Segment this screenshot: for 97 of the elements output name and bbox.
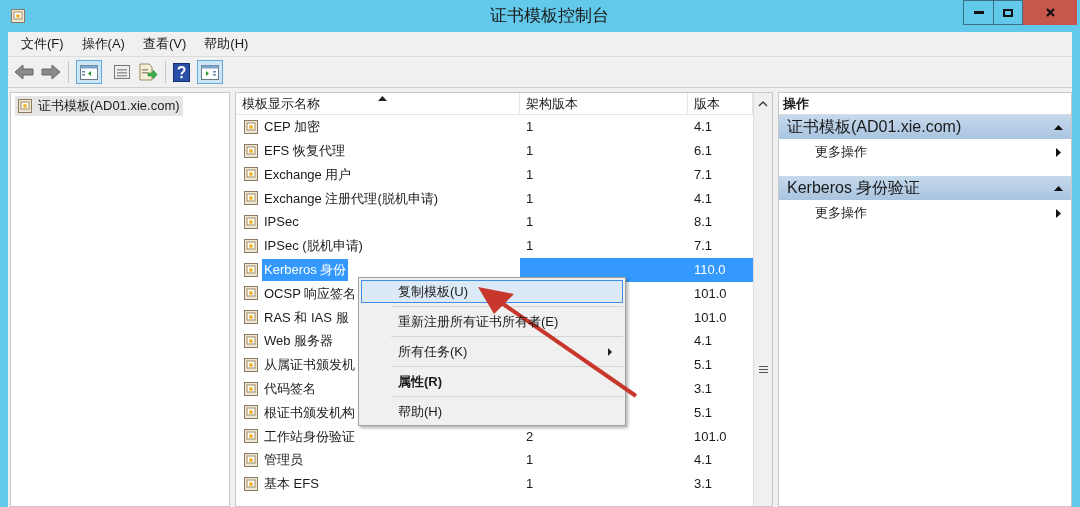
section-header[interactable]: Kerberos 身份验证 [779,176,1071,200]
collapse-icon [1054,124,1063,130]
column-header[interactable]: 模板显示名称 [236,93,520,114]
table-cell-text: 3.1 [693,475,714,494]
certificate-icon [244,262,258,277]
close-button[interactable] [1023,0,1077,25]
table-cell-text: 101.0 [693,284,728,303]
app-icon [11,9,25,23]
table-cell-text: 4.1 [693,332,714,351]
table-cell[interactable]: IPSec [262,211,301,234]
table-cell-text: 1 [525,475,535,494]
table-cell-text: 5.1 [693,403,714,422]
table-cell-text: 6.1 [693,141,714,160]
table-cell: 110.0 [688,257,753,282]
certificate-icon [244,453,258,468]
maximize-icon [1003,8,1013,17]
menu-item[interactable]: 属性(R) [361,370,623,393]
menu-item[interactable]: 文件(F) [21,34,64,54]
certificate-icon [18,99,32,113]
table-cell-text: 4.1 [693,451,714,470]
column-header[interactable]: 架构版本 [520,93,688,114]
pane-icon [201,64,219,80]
certificate-icon [244,143,258,158]
table-cell-text: 4.1 [693,118,714,137]
certificate-icon [244,334,258,349]
table-cell-text: 1 [525,189,535,208]
help-icon[interactable] [173,62,190,82]
export-list-icon[interactable] [138,63,158,81]
action-item[interactable]: 更多操作 [779,139,1071,165]
table-cell-text: 3.1 [693,379,714,398]
window-title: 证书模板控制台 [489,5,609,28]
table-cell[interactable]: OCSP 响应签名 [262,282,359,305]
certificate-icon [244,215,258,230]
table-cell-text: 7.1 [693,237,714,256]
table-cell[interactable]: Web 服务器 [262,330,336,353]
certificate-icon [244,191,258,206]
certificate-icon [244,476,258,491]
grip-icon [758,366,768,373]
table-cell[interactable]: 工作站身份验证 [262,425,357,448]
table-cell-text: 1 [525,451,535,470]
certificate-icon [244,310,258,325]
table-cell[interactable]: Exchange 用户 [262,163,354,186]
table-cell-text: 1 [525,165,535,184]
table-cell[interactable]: 管理员 [262,449,305,472]
menu-item[interactable]: 操作(A) [81,34,125,54]
scroll-up-icon[interactable] [758,100,768,107]
certificate-icon [244,119,258,134]
menu-item[interactable]: 复制模板(U) [361,280,623,303]
table-cell-text: 5.1 [693,356,714,375]
show-actions-button[interactable] [197,60,223,84]
table-cell-text: 1 [525,213,535,232]
table-cell[interactable]: CEP 加密 [262,115,323,138]
menu-item[interactable]: 所有任务(K) [361,340,623,363]
back-icon[interactable] [14,64,34,80]
close-icon [1045,8,1055,17]
scrollbar[interactable] [753,93,772,506]
menu-item[interactable]: 帮助(H) [361,400,623,423]
menu-item[interactable]: 查看(V) [142,34,187,54]
certificate-icon [244,238,258,253]
submenu-arrow-icon [608,347,612,356]
submenu-arrow-icon [1056,147,1061,157]
table-cell-text: 7.1 [693,165,714,184]
table-cell-text: 1 [525,118,535,137]
certificate-icon [244,405,258,420]
certificate-icon [244,429,258,444]
table-cell-text: 101.0 [693,427,728,446]
table-cell[interactable]: EFS 恢复代理 [262,139,347,162]
forward-icon[interactable] [41,64,61,80]
certificate-icon [244,167,258,182]
table-cell-text: 1 [525,237,535,256]
show-tree-button[interactable] [76,60,102,84]
table-cell-text: 8.1 [693,213,714,232]
table-cell-text: 2 [525,427,535,446]
minimize-icon [973,11,984,14]
table-cell[interactable]: 基本 EFS [262,472,321,495]
menu-item[interactable]: 帮助(H) [204,34,249,54]
minimize-button[interactable] [963,0,994,25]
sort-ascending-icon [377,96,387,101]
pane-icon [80,64,98,80]
table-cell[interactable]: Exchange 注册代理(脱机申请) [262,187,441,210]
table-cell-text: 4.1 [693,189,714,208]
collapse-icon [1054,185,1063,191]
table-cell[interactable]: RAS 和 IAS 服 [262,306,351,329]
section-header[interactable]: 证书模板(AD01.xie.com) [779,115,1071,139]
submenu-arrow-icon [1056,208,1061,218]
table-cell[interactable]: 根证书颁发机构 [262,401,357,424]
tree-item[interactable]: 证书模板(AD01.xie.com) [15,96,183,116]
table-cell-text: 1 [525,141,535,160]
table-cell[interactable]: 从属证书颁发机 [262,353,357,376]
table-cell-text: 101.0 [693,308,728,327]
certificate-icon [244,381,258,396]
certificate-icon [244,286,258,301]
window-icon[interactable] [113,64,131,80]
certificate-icon [244,357,258,372]
action-item[interactable]: 更多操作 [779,200,1071,226]
table-cell[interactable]: 代码签名 [262,377,318,400]
table-cell[interactable]: IPSec (脱机申请) [262,234,365,257]
